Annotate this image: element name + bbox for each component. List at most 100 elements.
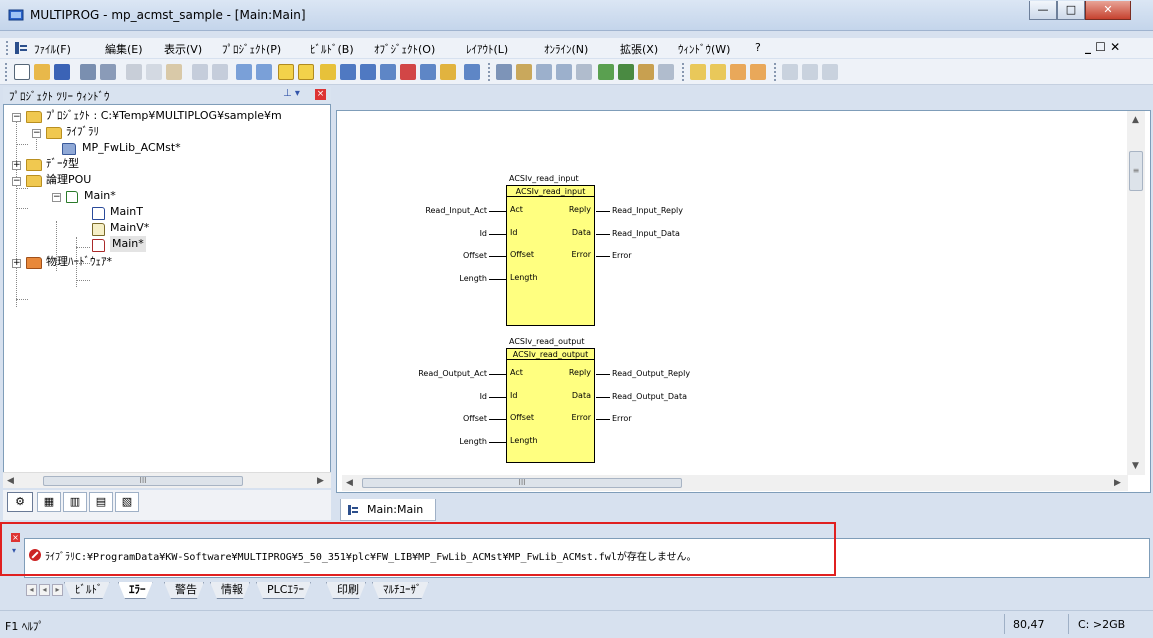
tree-item-hardware[interactable]: 物理ﾊｰﾄﾞｳｪｱ* bbox=[46, 254, 112, 270]
editor-horizontal-scrollbar[interactable]: ◀ III ▶ bbox=[342, 475, 1128, 491]
compile-icon[interactable] bbox=[496, 64, 512, 80]
block2-var-act[interactable]: Read_Output_Act bbox=[418, 369, 487, 379]
undo-icon[interactable] bbox=[192, 64, 208, 80]
save-icon[interactable] bbox=[54, 64, 70, 80]
scroll-right-arrow-icon[interactable]: ▶ bbox=[1114, 478, 1121, 488]
editor-hscroll-thumb[interactable]: III bbox=[362, 478, 682, 488]
tree-item-fwlib[interactable]: MP_FwLib_ACMst* bbox=[82, 140, 181, 156]
minimize-button[interactable]: — bbox=[1029, 1, 1057, 20]
window-tool-2-icon[interactable] bbox=[710, 64, 726, 80]
layout-tool-2-icon[interactable] bbox=[298, 64, 314, 80]
tab-first-icon[interactable]: ◂ bbox=[26, 584, 37, 596]
mdi-window-controls[interactable]: _ ☐ ✕ bbox=[1085, 40, 1120, 54]
hardware-view-tab[interactable]: ▤ bbox=[89, 492, 113, 512]
toolbar-grip[interactable] bbox=[5, 63, 7, 81]
rebuild-icon[interactable] bbox=[536, 64, 552, 80]
pin-icon[interactable]: ▾ bbox=[12, 546, 16, 555]
menu-file[interactable]: ﾌｧｲﾙ(F) bbox=[34, 41, 71, 57]
expand-datatype-toggle[interactable]: + bbox=[12, 161, 21, 170]
new-file-icon[interactable] bbox=[14, 64, 30, 80]
tree-scroll-thumb[interactable]: III bbox=[43, 476, 243, 486]
insert-block-icon[interactable] bbox=[360, 64, 376, 80]
menu-help[interactable]: ? bbox=[755, 41, 761, 54]
print-preview-icon[interactable] bbox=[80, 64, 96, 80]
tree-item-pou[interactable]: 論理POU bbox=[46, 172, 91, 188]
pin-icon[interactable]: ⊥ ▾ bbox=[283, 88, 300, 99]
message-list[interactable]: ﾗｲﾌﾞﾗﾘC:¥ProgramData¥KW-Software¥MULTIPR… bbox=[24, 538, 1150, 578]
block2-var-length[interactable]: Length bbox=[459, 437, 487, 447]
scroll-up-arrow-icon[interactable]: ▲ bbox=[1132, 115, 1139, 125]
collapse-pou-toggle[interactable]: − bbox=[12, 177, 21, 186]
instance-view-tab[interactable]: ▧ bbox=[115, 492, 139, 512]
zoom-in-icon[interactable] bbox=[236, 64, 252, 80]
tab-build[interactable]: ﾋﾞﾙﾄﾞ bbox=[64, 582, 110, 599]
control-icon[interactable] bbox=[618, 64, 634, 80]
menu-edit[interactable]: 編集(E) bbox=[105, 41, 143, 57]
block2-var-reply[interactable]: Read_Output_Reply bbox=[612, 369, 690, 379]
extra-tool-1-icon[interactable] bbox=[782, 64, 798, 80]
extra-tool-3-icon[interactable] bbox=[822, 64, 838, 80]
tab-errors[interactable]: ｴﾗｰ bbox=[118, 582, 153, 599]
menu-project[interactable]: ﾌﾟﾛｼﾞｪｸﾄ(P) bbox=[222, 41, 281, 57]
pou-view-tab[interactable]: ▥ bbox=[63, 492, 87, 512]
layout-tool-1-icon[interactable] bbox=[278, 64, 294, 80]
error-message[interactable]: ﾗｲﾌﾞﾗﾘC:¥ProgramData¥KW-Software¥MULTIPR… bbox=[45, 548, 697, 563]
project-view-tab[interactable]: ⚙ bbox=[7, 492, 33, 512]
block1-var-error[interactable]: Error bbox=[612, 251, 632, 261]
block1-var-act[interactable]: Read_Input_Act bbox=[425, 206, 487, 216]
tree-item-project[interactable]: ﾌﾟﾛｼﾞｪｸﾄ : C:¥Temp¥MULTIPLOG¥sample¥m bbox=[46, 108, 282, 124]
tree-item-mainv[interactable]: MainV* bbox=[110, 220, 149, 236]
debug-icon[interactable] bbox=[598, 64, 614, 80]
close-icon[interactable]: × bbox=[315, 89, 326, 100]
function-block-read-output[interactable]: ACSIv_read_output Act Id Offset Length R… bbox=[506, 348, 595, 463]
variables-icon[interactable] bbox=[340, 64, 356, 80]
tree-item-main-code[interactable]: Main* bbox=[110, 236, 146, 252]
collapse-library-toggle[interactable]: − bbox=[32, 129, 41, 138]
block2-var-offset[interactable]: Offset bbox=[463, 414, 487, 424]
zoom-out-icon[interactable] bbox=[256, 64, 272, 80]
tree-horizontal-scrollbar[interactable]: ◀ III ▶ bbox=[3, 472, 331, 488]
patch-icon[interactable] bbox=[556, 64, 572, 80]
tree-item-maint[interactable]: MainT bbox=[110, 204, 143, 220]
tab-warnings[interactable]: 警告 bbox=[164, 582, 204, 599]
maximize-button[interactable]: □ bbox=[1057, 1, 1085, 20]
block1-var-id[interactable]: Id bbox=[480, 229, 487, 239]
tab-prev-icon[interactable]: ◂ bbox=[39, 584, 50, 596]
wizard-icon[interactable] bbox=[320, 64, 336, 80]
window-tool-1-icon[interactable] bbox=[690, 64, 706, 80]
block1-var-reply[interactable]: Read_Input_Reply bbox=[612, 206, 683, 216]
tree-item-datatype[interactable]: ﾃﾞｰﾀ型 bbox=[46, 156, 79, 172]
scroll-left-arrow-icon[interactable]: ◀ bbox=[7, 476, 14, 486]
stop-icon[interactable] bbox=[658, 64, 674, 80]
run-icon[interactable] bbox=[638, 64, 654, 80]
document-icon[interactable] bbox=[14, 41, 28, 55]
tab-next-icon[interactable]: ▸ bbox=[52, 584, 63, 596]
collapse-main-toggle[interactable]: − bbox=[52, 193, 61, 202]
paste-icon[interactable] bbox=[166, 64, 182, 80]
print-icon[interactable] bbox=[100, 64, 116, 80]
open-folder-icon[interactable] bbox=[34, 64, 50, 80]
scroll-left-arrow-icon[interactable]: ◀ bbox=[346, 478, 353, 488]
collapse-project-toggle[interactable]: − bbox=[12, 113, 21, 122]
tab-print[interactable]: 印刷 bbox=[326, 582, 366, 599]
fbd-editor[interactable]: ACSIv_read_input ACSIv_read_input Act Id… bbox=[336, 110, 1151, 493]
function-block-read-input[interactable]: ACSIv_read_input Act Id Offset Length Re… bbox=[506, 185, 595, 326]
cut-icon[interactable] bbox=[126, 64, 142, 80]
menu-build[interactable]: ﾋﾞﾙﾄﾞ(B) bbox=[310, 41, 354, 57]
scroll-right-arrow-icon[interactable]: ▶ bbox=[317, 476, 324, 486]
editor-vscroll-thumb[interactable]: ≡ bbox=[1129, 151, 1143, 191]
menu-grip[interactable] bbox=[6, 41, 10, 55]
editor-vertical-scrollbar[interactable]: ▲ ≡ ▼ bbox=[1127, 111, 1145, 475]
make-icon[interactable] bbox=[516, 64, 532, 80]
expand-hardware-toggle[interactable]: + bbox=[12, 259, 21, 268]
tree-item-main[interactable]: Main* bbox=[84, 188, 116, 204]
window-tool-3-icon[interactable] bbox=[730, 64, 746, 80]
block2-var-data[interactable]: Read_Output_Data bbox=[612, 392, 687, 402]
connect-icon[interactable] bbox=[380, 64, 396, 80]
menu-layout[interactable]: ﾚｲｱｳﾄ(L) bbox=[466, 41, 508, 57]
block2-var-id[interactable]: Id bbox=[480, 392, 487, 402]
block2-var-error[interactable]: Error bbox=[612, 414, 632, 424]
block1-var-length[interactable]: Length bbox=[459, 274, 487, 284]
tab-plc-errors[interactable]: PLCｴﾗｰ bbox=[256, 582, 311, 599]
tab-info[interactable]: 情報 bbox=[210, 582, 250, 599]
